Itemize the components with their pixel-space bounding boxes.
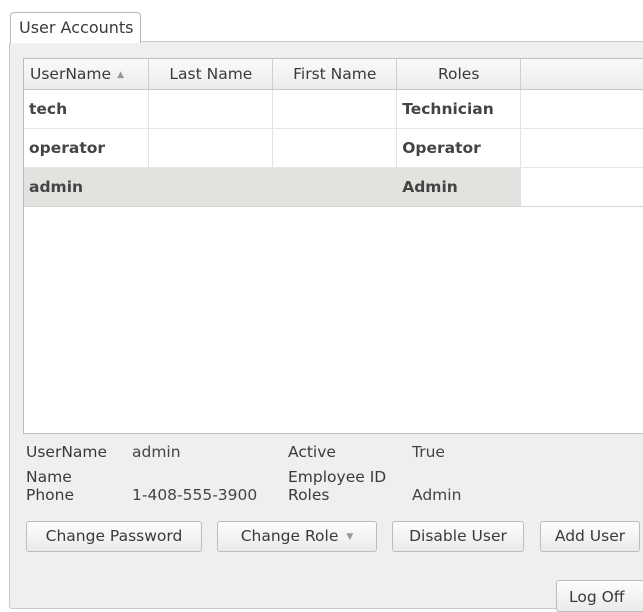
cell-filler xyxy=(520,89,643,129)
cell-roles: Admin xyxy=(396,167,522,207)
add-user-button[interactable]: Add User xyxy=(540,521,640,552)
cell-first-name xyxy=(272,128,398,168)
username-label: UserName xyxy=(26,443,108,461)
phone-value: 1-408-555-3900 xyxy=(132,486,258,504)
tab-user-accounts[interactable]: User Accounts xyxy=(10,12,141,43)
cell-username: tech xyxy=(24,89,150,129)
table-row[interactable]: operator Operator xyxy=(24,128,643,168)
chevron-down-icon: ▼ xyxy=(346,532,354,542)
change-role-dropdown[interactable]: Change Role ▼ xyxy=(217,521,377,552)
log-off-button[interactable]: Log Off xyxy=(556,580,643,612)
employee-id-label: Employee ID xyxy=(288,468,387,486)
phone-label: Phone xyxy=(26,486,75,504)
table-row[interactable]: tech Technician xyxy=(24,89,643,129)
cell-username: operator xyxy=(24,128,150,168)
cell-username: admin xyxy=(24,167,150,207)
cell-first-name xyxy=(272,167,398,207)
cell-roles: Operator xyxy=(396,128,522,168)
cell-first-name xyxy=(272,89,398,129)
column-header-roles[interactable]: Roles xyxy=(396,59,522,90)
name-label: Name xyxy=(26,468,72,486)
user-table-grid: UserName ▲ Last Name First Name Roles tec… xyxy=(24,59,643,207)
user-table: UserName ▲ Last Name First Name Roles tec… xyxy=(23,58,643,434)
column-header-username[interactable]: UserName ▲ xyxy=(24,59,150,90)
sort-ascending-icon: ▲ xyxy=(117,70,124,80)
cell-roles: Technician xyxy=(396,89,522,129)
active-label: Active xyxy=(288,443,336,461)
cell-filler xyxy=(520,167,643,207)
table-row-selected[interactable]: admin Admin xyxy=(24,167,643,207)
column-header-last-name[interactable]: Last Name xyxy=(148,59,274,90)
cell-last-name xyxy=(148,128,274,168)
roles-label: Roles xyxy=(288,486,330,504)
table-header-row: UserName ▲ Last Name First Name Roles xyxy=(24,59,643,90)
change-password-button[interactable]: Change Password xyxy=(26,521,202,552)
column-header-label: UserName xyxy=(30,65,112,83)
roles-value: Admin xyxy=(412,486,462,504)
cell-last-name xyxy=(148,167,274,207)
change-role-label: Change Role xyxy=(240,527,339,545)
disable-user-button[interactable]: Disable User xyxy=(392,521,524,552)
cell-last-name xyxy=(148,89,274,129)
column-header-filler xyxy=(520,59,643,90)
username-value: admin xyxy=(132,443,181,461)
active-value: True xyxy=(412,443,445,461)
column-header-first-name[interactable]: First Name xyxy=(272,59,398,90)
cell-filler xyxy=(520,128,643,168)
